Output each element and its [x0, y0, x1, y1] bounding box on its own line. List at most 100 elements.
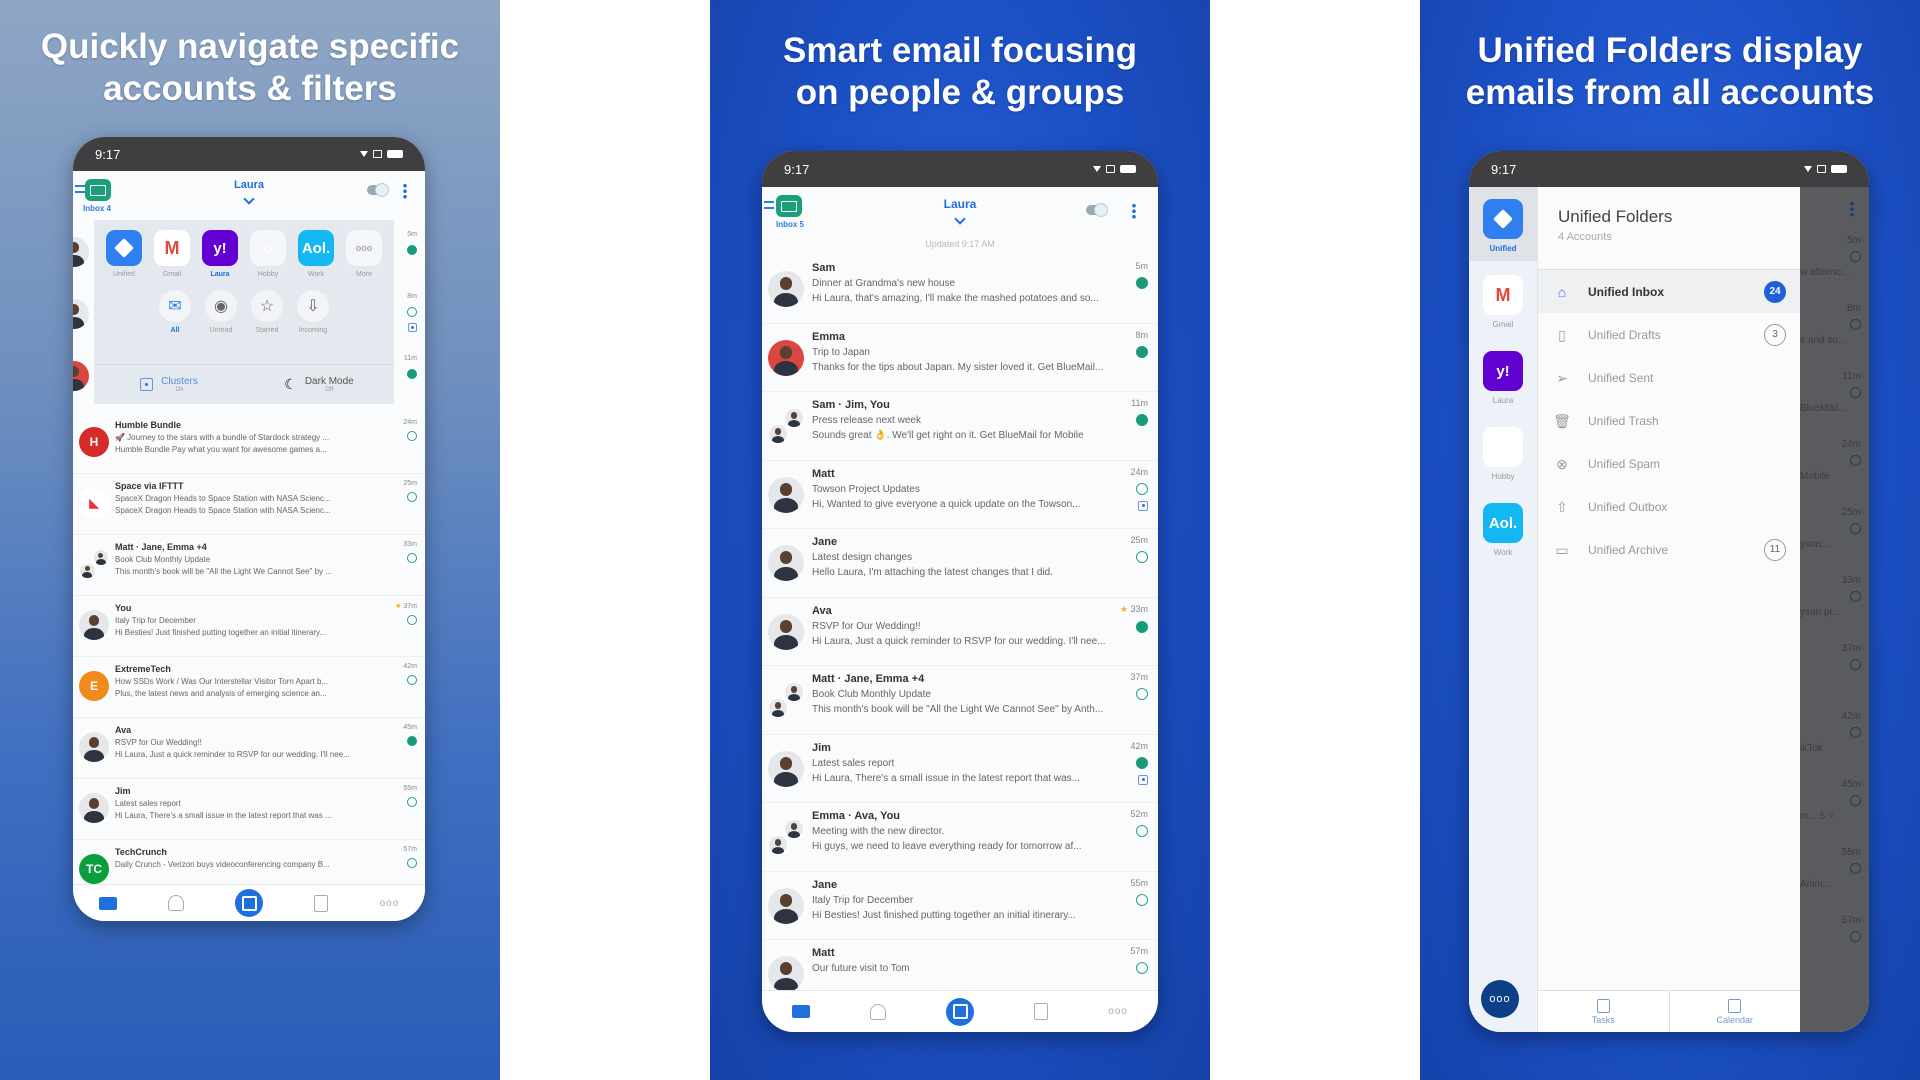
outbox-tray-icon: ⇧	[1556, 498, 1568, 515]
read-indicator-icon[interactable]	[407, 307, 417, 317]
folder-unified-spam[interactable]: ⊗ Unified Spam	[1538, 442, 1800, 485]
unread-indicator-icon[interactable]	[1136, 414, 1148, 426]
read-indicator-icon[interactable]	[407, 245, 417, 255]
filter-starred[interactable]: ☆ Starred	[247, 290, 287, 334]
email-row[interactable]: You Italy Trip for December Hi Besties! Ju…	[73, 596, 425, 657]
account-more[interactable]: ooo More	[342, 230, 386, 278]
filter-label: Incoming	[298, 327, 328, 334]
clipboard-icon[interactable]	[1034, 1003, 1049, 1020]
tab-tasks[interactable]: Tasks	[1538, 991, 1670, 1032]
sidebar-account-hobby[interactable]: o Hobby	[1469, 413, 1537, 489]
star-icon[interactable]: ★	[1120, 604, 1131, 614]
inbox-icon[interactable]	[98, 896, 117, 910]
read-indicator-icon[interactable]	[407, 369, 417, 379]
subject: Trip to Japan	[812, 346, 870, 358]
read-indicator-icon[interactable]	[1136, 825, 1148, 837]
account-gmail[interactable]: M Gmail	[150, 230, 194, 278]
more-accounts-button[interactable]: ooo	[1481, 980, 1519, 1018]
read-indicator-icon[interactable]	[407, 797, 417, 807]
email-row[interactable]: Matt Towson Project Updates Hi, Wanted to …	[762, 461, 1158, 529]
people-icon[interactable]	[167, 895, 184, 911]
people-filter-toggle[interactable]	[367, 183, 389, 197]
sidebar-account-work[interactable]: Aol. Work	[1469, 489, 1537, 565]
clusters-state: On	[175, 387, 184, 393]
filter-unread[interactable]: ◉ Unread	[201, 290, 241, 334]
unread-indicator-icon[interactable]	[1136, 277, 1148, 289]
folder-unified-drafts[interactable]: ▯ Unified Drafts 3	[1538, 313, 1800, 356]
unread-indicator-icon[interactable]	[1136, 345, 1148, 358]
cluster-icon[interactable]	[1138, 500, 1148, 511]
sidebar-account-gmail[interactable]: M Gmail	[1469, 261, 1537, 337]
wifi-icon	[1093, 166, 1101, 172]
people-icon[interactable]	[870, 1003, 887, 1020]
read-indicator-icon[interactable]	[407, 553, 417, 563]
sidebar-account-laura[interactable]: y! Laura	[1469, 337, 1537, 413]
email-row[interactable]: Sam · Jim, You Press release next week Sou…	[762, 392, 1158, 461]
email-row[interactable]: Matt · Jane, Emma +4 Book Club Monthly Up…	[73, 535, 425, 596]
email-row[interactable]: Jane Italy Trip for December Hi Besties! J…	[762, 872, 1158, 940]
read-indicator-icon[interactable]	[407, 615, 417, 625]
email-row[interactable]: Jane Latest design changes Hello Laura, I'…	[762, 529, 1158, 598]
email-row[interactable]: H Humble Bundle 🚀 Journey to the stars wit…	[73, 413, 425, 474]
clipboard-icon[interactable]	[314, 894, 329, 912]
dimmed-inbox-background[interactable]: 5m w afterno... 8m s and so... 11m BlueMail..…	[1800, 187, 1869, 1032]
folder-unified-archive[interactable]: ▭ Unified Archive 11	[1538, 528, 1800, 571]
read-indicator-icon[interactable]	[407, 858, 417, 868]
unread-indicator-icon[interactable]	[407, 736, 417, 746]
people-filter-toggle[interactable]	[1086, 203, 1108, 217]
account-laura[interactable]: y! Laura	[198, 230, 242, 278]
compose-icon[interactable]	[235, 889, 264, 917]
more-icon[interactable]: ooo	[1108, 1006, 1128, 1017]
tab-calendar[interactable]: Calendar	[1670, 991, 1801, 1032]
folder-unified-trash[interactable]: 🗑 Unified Trash	[1538, 399, 1800, 442]
filter-incoming[interactable]: ⇩ Incoming	[293, 290, 333, 334]
chevron-down-icon[interactable]	[243, 193, 255, 205]
kebab-menu-icon[interactable]	[1132, 203, 1136, 219]
inbox-icon[interactable]	[792, 1005, 811, 1018]
read-indicator-icon[interactable]	[407, 431, 417, 441]
email-row[interactable]: Emma · Ava, You Meeting with the new dire…	[762, 803, 1158, 872]
account-hobby[interactable]: o Hobby	[246, 230, 290, 278]
read-indicator-icon[interactable]	[1136, 688, 1148, 700]
read-indicator-icon[interactable]	[1136, 962, 1148, 974]
app-header: Inbox 4 Laura	[73, 171, 425, 221]
email-row[interactable]: Ava RSVP for Our Wedding!! Hi Laura, Just …	[762, 598, 1158, 666]
account-unified[interactable]: Unified	[102, 230, 146, 278]
email-row[interactable]: Sam Dinner at Grandma's new house Hi Laura…	[762, 255, 1158, 324]
email-row[interactable]: Jim Latest sales report Hi Laura, There's …	[762, 735, 1158, 803]
email-row[interactable]: ◣ Space via IFTTT SpaceX Dragon Heads to S…	[73, 474, 425, 535]
folder-unified-sent[interactable]: ➢ Unified Sent	[1538, 356, 1800, 399]
email-row[interactable]: E ExtremeTech How SSDs Work / Was Our Inte…	[73, 657, 425, 718]
folder-unified-outbox[interactable]: ⇧ Unified Outbox	[1538, 485, 1800, 528]
clusters-toggle[interactable]: Clusters On	[94, 365, 244, 404]
unread-indicator-icon[interactable]	[1136, 756, 1148, 769]
cluster-icon[interactable]	[1138, 774, 1148, 785]
cluster-icon[interactable]	[408, 323, 417, 332]
group-avatar	[768, 408, 804, 444]
dark-mode-toggle[interactable]: ☾ Dark Mode Off	[244, 365, 394, 404]
headline-line: Quickly navigate specific	[40, 27, 460, 66]
email-row[interactable]: Matt · Jane, Emma +4 Book Club Monthly Up…	[762, 666, 1158, 735]
inbox-label[interactable]: Inbox 4	[83, 204, 111, 213]
read-indicator-icon[interactable]	[1136, 551, 1148, 563]
email-row[interactable]: Emma Trip to Japan Thanks for the tips abo…	[762, 324, 1158, 392]
chevron-down-icon[interactable]	[954, 213, 966, 225]
avatar	[768, 956, 804, 992]
sidebar-account-unified[interactable]: Unified	[1469, 187, 1537, 261]
read-indicator-icon[interactable]	[1136, 893, 1148, 906]
read-indicator-icon[interactable]	[407, 675, 417, 685]
status-time: 9:17	[95, 146, 121, 162]
account-work[interactable]: Aol. Work	[294, 230, 338, 278]
email-row[interactable]: Jim Latest sales report Hi Laura, There's …	[73, 779, 425, 840]
kebab-menu-icon[interactable]	[403, 183, 407, 199]
read-indicator-icon[interactable]	[407, 492, 417, 502]
read-indicator-icon[interactable]	[1136, 482, 1148, 495]
folder-unified-inbox[interactable]: ⌂ Unified Inbox 24	[1538, 270, 1800, 313]
timestamp: 55m	[1841, 847, 1861, 858]
more-icon[interactable]: ooo	[380, 898, 400, 909]
email-row[interactable]: Ava RSVP for Our Wedding!! Hi Laura, Just …	[73, 718, 425, 779]
unread-indicator-icon[interactable]	[1136, 620, 1148, 633]
filter-all[interactable]: ✉ All	[155, 290, 195, 334]
compose-icon[interactable]	[946, 997, 975, 1026]
inbox-label[interactable]: Inbox 5	[776, 220, 804, 229]
